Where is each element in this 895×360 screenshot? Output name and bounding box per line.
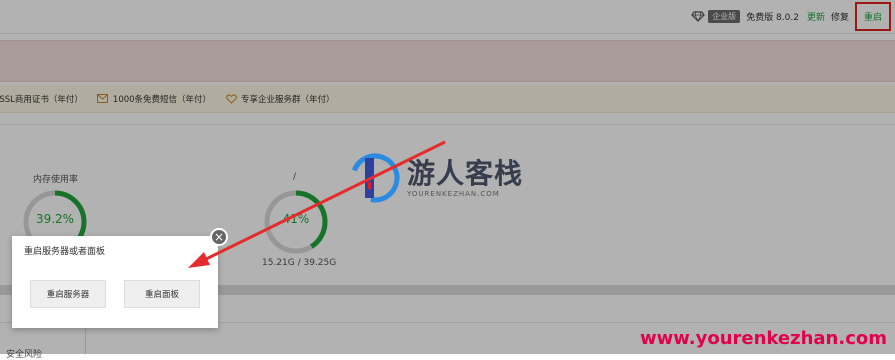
watermark-brand: 游人客栈 [407, 157, 524, 190]
watermark-logo: 游人客栈 YOURENKEZHAN.COM [349, 152, 549, 208]
restart-panel-button[interactable]: 重启面板 [124, 280, 200, 308]
restart-server-button[interactable]: 重启服务器 [30, 280, 106, 308]
watermark-brand-sub: YOURENKEZHAN.COM [407, 190, 500, 198]
dialog-title: 重启服务器或者面板 [24, 247, 106, 257]
watermark-emblem-icon [350, 153, 400, 203]
watermark-url: www.yourenkezhan.com [640, 328, 887, 349]
restart-dialog: 重启服务器或者面板 重启服务器 重启面板 × [12, 228, 228, 328]
close-icon[interactable]: × [210, 228, 228, 246]
